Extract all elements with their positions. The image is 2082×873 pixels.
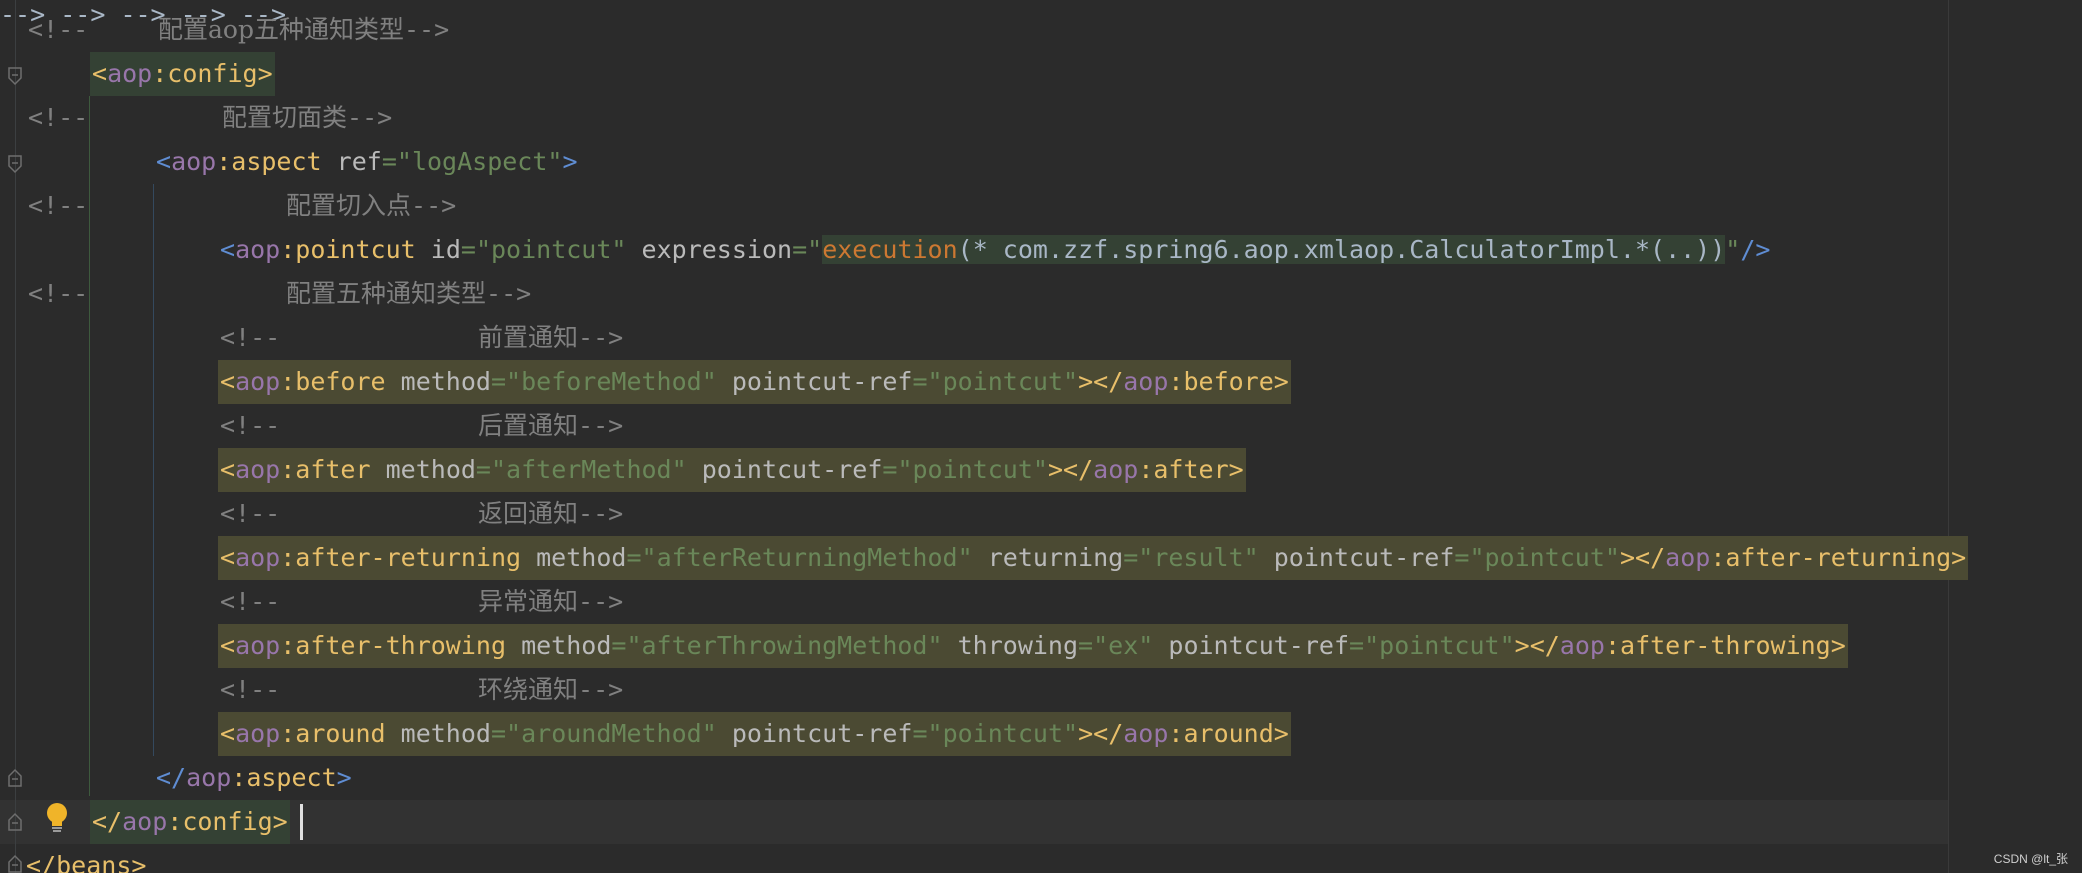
comment-text: 异常通知--> (478, 587, 624, 616)
code-line-8: <!-- 前置通知--> (0, 316, 623, 360)
aop-after-returning-tag[interactable]: <aop:after-returning method="afterReturn… (218, 536, 1969, 580)
comment-open: <!-- (28, 191, 89, 220)
aop-aspect-close-tag[interactable]: </aop:aspect> (154, 756, 354, 800)
aop-config-close-tag[interactable]: </aop:config> (90, 800, 290, 844)
indent-guide-config (89, 96, 90, 796)
code-line-2: <aop:config> (0, 52, 275, 96)
code-line-3: <!-- 配置切面类--> (0, 96, 392, 140)
code-line-13: <aop:after-returning method="afterReturn… (0, 536, 1969, 580)
comment-open: <!-- (28, 103, 89, 132)
comment-after: <!-- (220, 411, 281, 440)
comment-text: 环绕通知--> (478, 675, 624, 704)
comment-text: 配置切面类--> (222, 103, 393, 132)
code-line-1: <!-- 配置aop五种通知类型--> (0, 8, 449, 52)
code-line-9: <aop:before method="beforeMethod" pointc… (0, 360, 1291, 404)
code-line-17: <aop:around method="aroundMethod" pointc… (0, 712, 1291, 756)
code-line-14: <!-- 异常通知--> (0, 580, 623, 624)
code-line-18: </aop:aspect> (0, 756, 352, 800)
comment-text: 返回通知--> (478, 499, 624, 528)
aop-after-tag[interactable]: <aop:after method="afterMethod" pointcut… (218, 448, 1246, 492)
code-line-20: </beans> (0, 844, 146, 873)
comment-returning: <!-- (220, 499, 281, 528)
indent-guide-aspect (153, 184, 154, 756)
comment-text: 配置aop五种通知类型--> (158, 15, 450, 44)
aop-aspect-open-tag[interactable]: <aop:aspect ref="logAspect"> (154, 140, 580, 184)
code-line-10: <!-- 后置通知--> (0, 404, 623, 448)
aop-before-tag[interactable]: <aop:before method="beforeMethod" pointc… (218, 360, 1291, 404)
code-line-16: <!-- 环绕通知--> (0, 668, 623, 712)
current-line-highlight (0, 800, 1948, 844)
code-line-15: <aop:after-throwing method="afterThrowin… (0, 624, 1848, 668)
code-line-12: <!-- 返回通知--> (0, 492, 623, 536)
comment-text: 前置通知--> (478, 323, 624, 352)
comment-text: 后置通知--> (478, 411, 624, 440)
code-line-19: </aop:config> (0, 800, 290, 844)
right-margin-guide (1948, 0, 1949, 873)
comment-text: 配置五种通知类型--> (286, 279, 532, 308)
comment-throwing: <!-- (220, 587, 281, 616)
code-line-5: <!-- 配置切入点--> (0, 184, 456, 228)
comment-around: <!-- (220, 675, 281, 704)
comment-before: <!-- (220, 323, 281, 352)
code-line-7: <!-- 配置五种通知类型--> (0, 272, 531, 316)
beans-close-tag[interactable]: </beans> (24, 844, 148, 873)
aop-pointcut-tag[interactable]: <aop:pointcut id="pointcut" expression="… (218, 228, 1772, 272)
code-line-6: <aop:pointcut id="pointcut" expression="… (0, 228, 1770, 272)
comment-open: <!-- (28, 279, 89, 308)
comment-open: <!-- (28, 15, 89, 44)
aop-after-throwing-tag[interactable]: <aop:after-throwing method="afterThrowin… (218, 624, 1848, 668)
text-caret (300, 804, 303, 840)
code-line-4: <aop:aspect ref="logAspect"> (0, 140, 578, 184)
watermark: CSDN @lt_张 (1993, 852, 2068, 866)
code-editor[interactable]: <!-- 配置aop五种通知类型--> <aop:config> <!-- 配置… (0, 0, 2082, 873)
aop-around-tag[interactable]: <aop:around method="aroundMethod" pointc… (218, 712, 1291, 756)
aop-config-open-tag[interactable]: <aop:config> (90, 52, 275, 96)
comment-text: 配置切入点--> (286, 191, 457, 220)
code-line-11: <aop:after method="afterMethod" pointcut… (0, 448, 1246, 492)
